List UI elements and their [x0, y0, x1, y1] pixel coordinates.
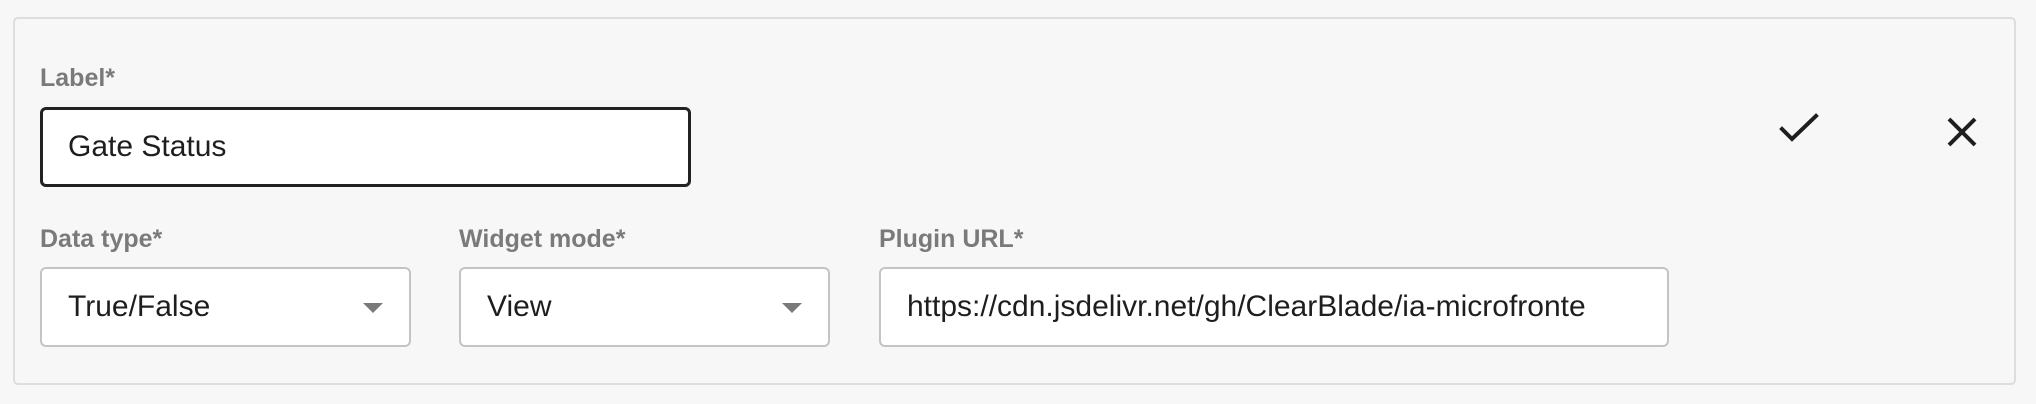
label-input-value: Gate Status — [68, 130, 227, 163]
widget-mode-label: Widget mode* — [459, 225, 626, 253]
plugin-url-label: Plugin URL* — [879, 225, 1024, 253]
label-field-label: Label* — [40, 64, 116, 92]
chevron-down-icon — [782, 303, 802, 313]
widget-mode-value: View — [487, 290, 552, 323]
label-input[interactable]: Gate Status — [40, 107, 691, 187]
chevron-down-icon — [363, 303, 383, 313]
data-type-label: Data type* — [40, 225, 163, 253]
cancel-button[interactable] — [1934, 104, 1990, 160]
check-icon — [1779, 113, 1819, 142]
data-type-value: True/False — [68, 290, 211, 323]
widget-mode-select[interactable]: View — [459, 267, 830, 347]
plugin-url-value: https://cdn.jsdelivr.net/gh/ClearBlade/i… — [907, 290, 1586, 323]
close-icon — [1947, 117, 1977, 147]
plugin-url-input[interactable]: https://cdn.jsdelivr.net/gh/ClearBlade/i… — [879, 267, 1669, 347]
data-type-select[interactable]: True/False — [40, 267, 411, 347]
confirm-button[interactable] — [1771, 100, 1827, 156]
widget-settings-card: Label* Gate Status Data type* True/False… — [13, 17, 2016, 385]
